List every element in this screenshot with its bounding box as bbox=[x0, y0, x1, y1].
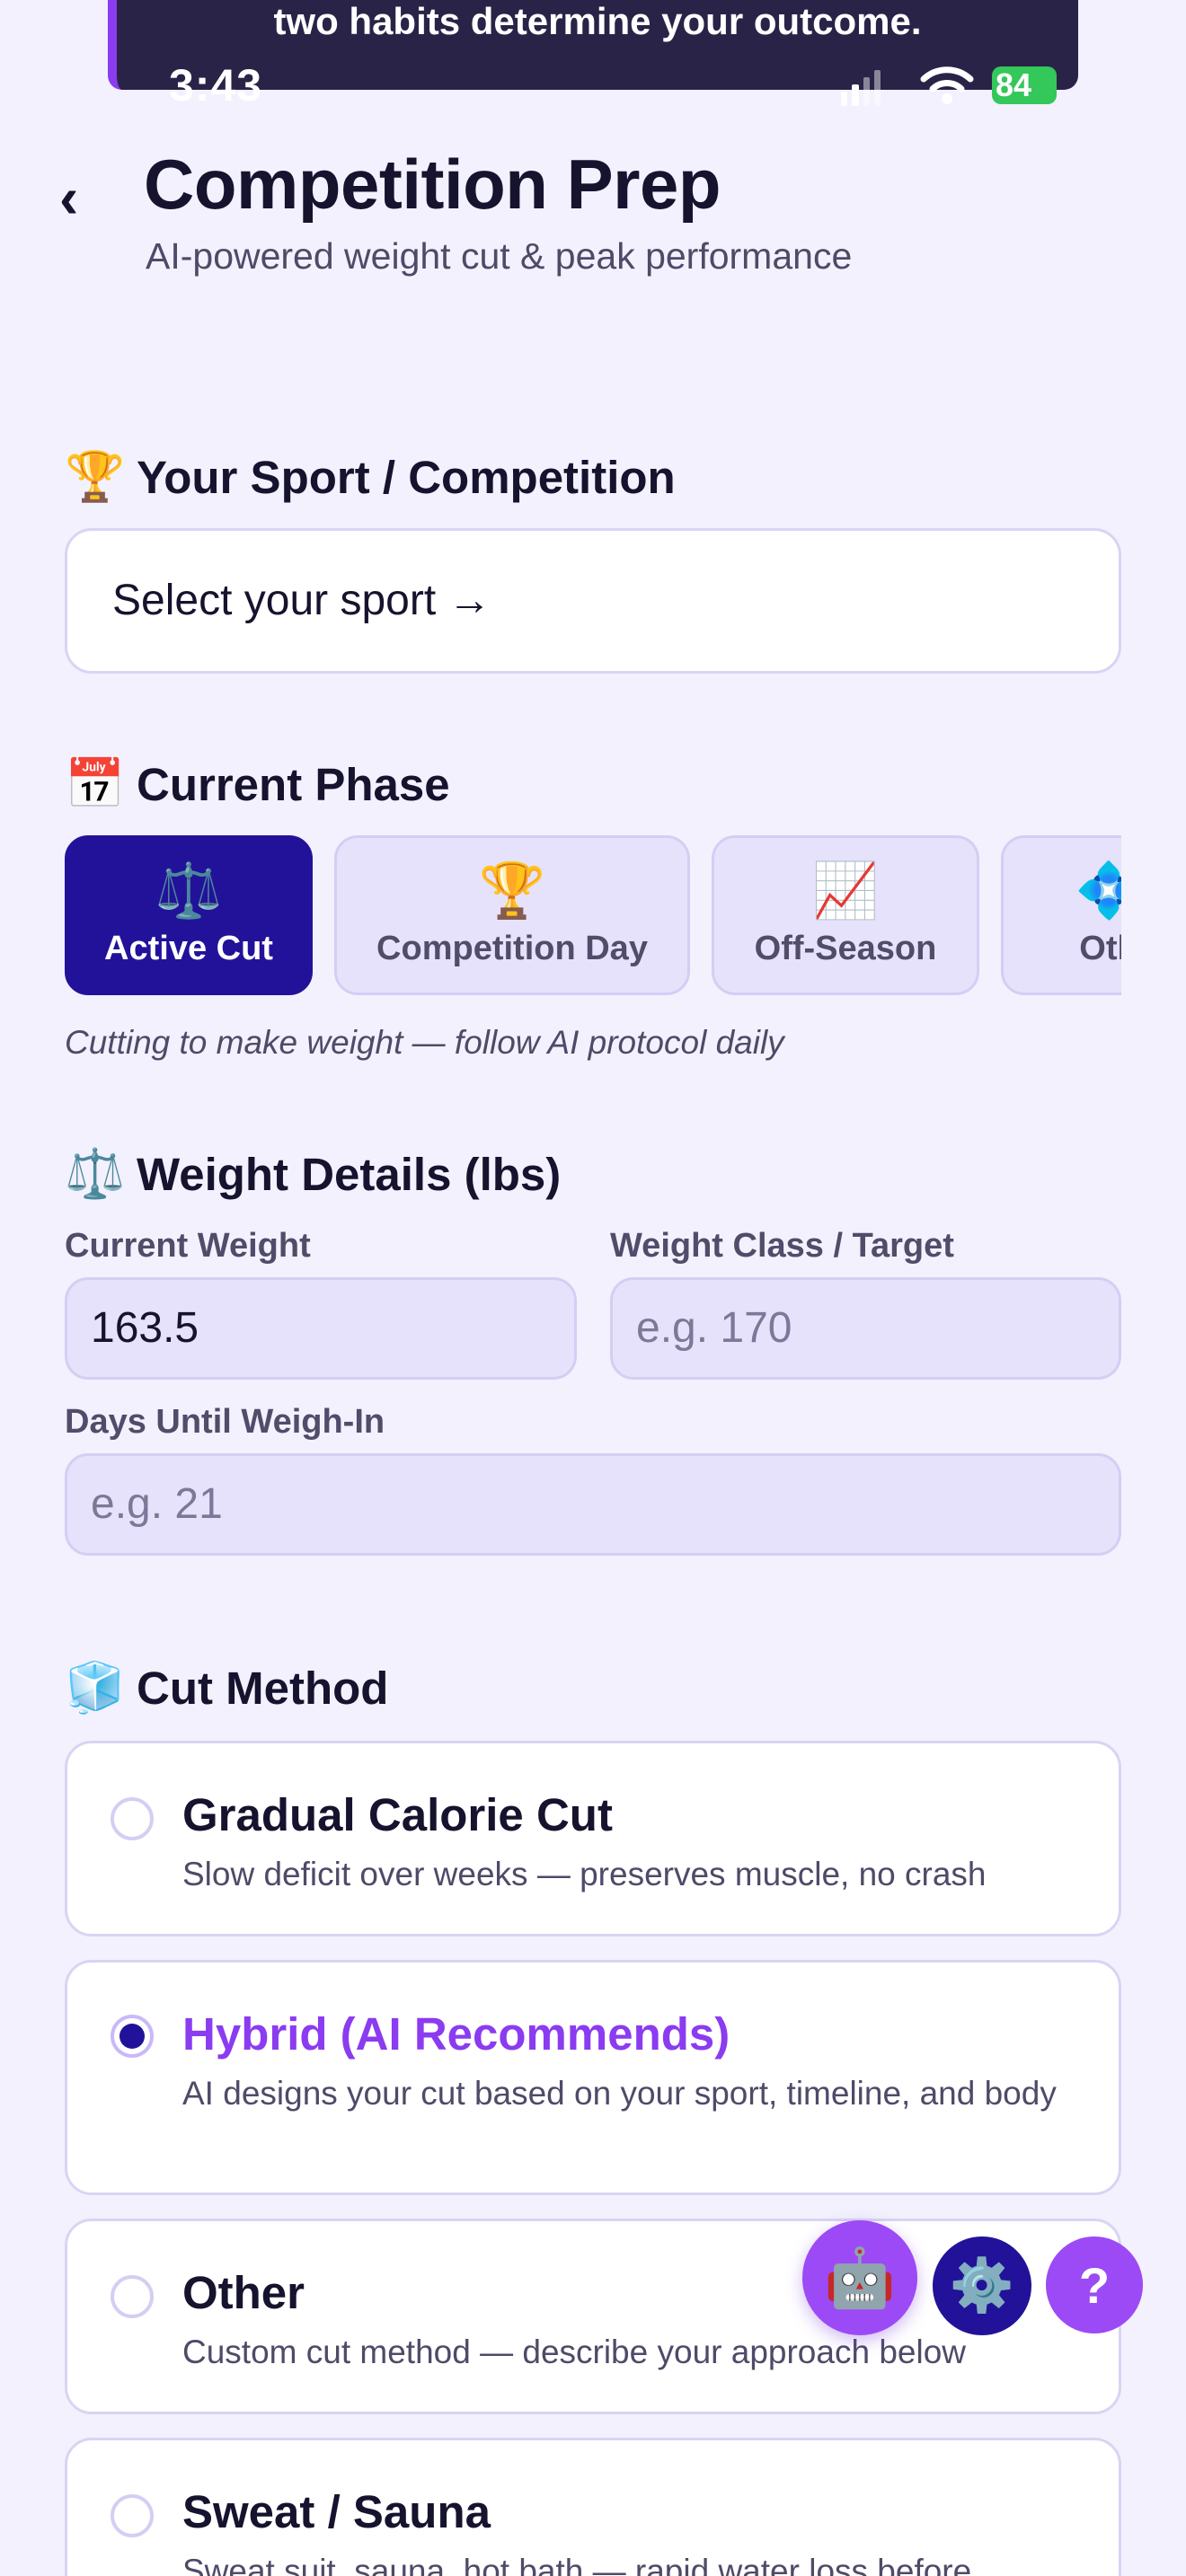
weight-heading-text: Weight Details (lbs) bbox=[137, 1149, 562, 1200]
method-title: Hybrid (AI Recommends) bbox=[182, 2008, 730, 2060]
method-title: Sweat / Sauna bbox=[182, 2486, 491, 2537]
chip-label: Oth bbox=[1079, 930, 1121, 967]
chevron-left-icon[interactable]: ‹ bbox=[59, 169, 104, 226]
trophy-icon: 🏆 bbox=[478, 860, 546, 921]
current-weight-value: 163.5 bbox=[91, 1304, 199, 1352]
target-weight-input[interactable]: e.g. 170 bbox=[610, 1277, 1121, 1380]
radio-button-selected[interactable] bbox=[111, 2015, 154, 2058]
cut-method-section-heading: 🧊 Cut Method bbox=[65, 1660, 388, 1716]
cut-method-option-gradual[interactable]: Gradual Calorie Cut Slow deficit over we… bbox=[65, 1741, 1121, 1936]
page-title: Competition Prep bbox=[144, 145, 721, 224]
calendar-icon: 📅 bbox=[65, 757, 126, 811]
method-description: AI designs your cut based on your sport,… bbox=[182, 2075, 1057, 2112]
wifi-icon bbox=[920, 66, 974, 104]
status-time: 3:43 bbox=[169, 60, 263, 110]
scale-icon: ⚖️ bbox=[155, 860, 223, 921]
sport-section-heading: 🏆 Your Sport / Competition bbox=[65, 449, 676, 506]
chip-label: Competition Day bbox=[376, 930, 648, 967]
phase-note: Cutting to make weight — follow AI proto… bbox=[65, 1024, 784, 1061]
ice-cube-icon: 🧊 bbox=[65, 1661, 126, 1715]
target-weight-label: Weight Class / Target bbox=[610, 1227, 954, 1265]
signal-icon bbox=[841, 70, 881, 106]
method-title: Gradual Calorie Cut bbox=[182, 1789, 613, 1840]
banner-text: two habits determine your outcome. bbox=[273, 0, 922, 42]
robot-icon[interactable]: 🤖 bbox=[802, 2220, 917, 2335]
current-weight-input[interactable]: 163.5 bbox=[65, 1277, 577, 1380]
phase-heading-text: Current Phase bbox=[137, 759, 450, 810]
radio-button[interactable] bbox=[111, 1797, 154, 1840]
chart-up-icon: 📈 bbox=[811, 860, 880, 921]
cut-method-option-hybrid[interactable]: Hybrid (AI Recommends) AI designs your c… bbox=[65, 1960, 1121, 2195]
gear-icon[interactable]: ⚙️ bbox=[933, 2236, 1031, 2335]
days-until-weigh-in-input[interactable]: e.g. 21 bbox=[65, 1453, 1121, 1556]
phase-chip-other[interactable]: 💠 Oth bbox=[1001, 835, 1121, 995]
chip-label: Off-Season bbox=[754, 930, 937, 967]
cut-method-heading-text: Cut Method bbox=[137, 1663, 389, 1714]
radio-button[interactable] bbox=[111, 2494, 154, 2537]
days-until-weigh-in-label: Days Until Weigh-In bbox=[65, 1403, 385, 1441]
trophy-icon: 🏆 bbox=[65, 450, 126, 504]
phase-chip-off-season[interactable]: 📈 Off-Season bbox=[712, 835, 979, 995]
current-weight-label: Current Weight bbox=[65, 1227, 311, 1265]
weight-section-heading: ⚖️ Weight Details (lbs) bbox=[65, 1146, 561, 1203]
method-description: Custom cut method — describe your approa… bbox=[182, 2333, 966, 2370]
phase-chip-competition-day[interactable]: 🏆 Competition Day bbox=[334, 835, 690, 995]
phase-chip-scroller[interactable]: ⚖️ Active Cut 🏆 Competition Day 📈 Off-Se… bbox=[65, 835, 1121, 997]
scale-icon: ⚖️ bbox=[65, 1147, 126, 1201]
phase-chip-active-cut[interactable]: ⚖️ Active Cut bbox=[65, 835, 313, 995]
sport-heading-text: Your Sport / Competition bbox=[137, 452, 676, 503]
cut-method-option-sweat[interactable]: Sweat / Sauna Sweat suit, sauna, hot bat… bbox=[65, 2438, 1121, 2576]
page-subtitle: AI-powered weight cut & peak performance bbox=[146, 235, 853, 277]
chip-label: Active Cut bbox=[104, 930, 273, 967]
diamond-icon: 💠 bbox=[1075, 860, 1121, 921]
help-button[interactable]: ? bbox=[1046, 2236, 1143, 2333]
phase-section-heading: 📅 Current Phase bbox=[65, 756, 450, 813]
method-description: Sweat suit, sauna, hot bath — rapid wate… bbox=[182, 2553, 972, 2576]
battery-indicator: 84 bbox=[992, 66, 1057, 104]
radio-button[interactable] bbox=[111, 2275, 154, 2318]
days-placeholder: e.g. 21 bbox=[91, 1480, 223, 1528]
method-title: Other bbox=[182, 2267, 305, 2318]
method-description: Slow deficit over weeks — preserves musc… bbox=[182, 1856, 987, 1892]
target-weight-placeholder: e.g. 170 bbox=[636, 1304, 792, 1352]
sport-select[interactable]: Select your sport → bbox=[65, 528, 1121, 674]
